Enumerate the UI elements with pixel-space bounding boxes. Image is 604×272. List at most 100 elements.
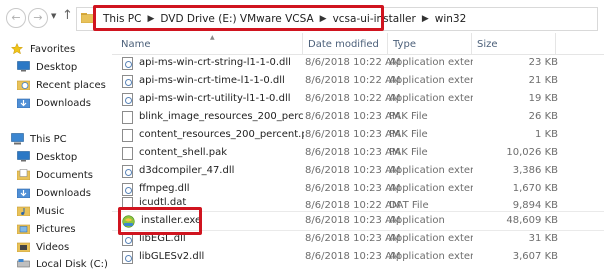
star-icon — [10, 42, 25, 55]
file-type: Application extens... — [389, 75, 473, 86]
back-button[interactable]: ← — [6, 8, 26, 28]
file-date: 8/6/2018 10:23 AM — [305, 147, 400, 158]
file-date: 8/6/2018 10:22 AM — [305, 200, 400, 210]
file-name: libGLESv2.dll — [139, 251, 205, 262]
downloads-icon — [16, 187, 31, 199]
nav-label: Downloads — [36, 97, 91, 109]
documents-icon — [16, 169, 31, 181]
file-size: 23 KB — [528, 57, 558, 68]
file-row[interactable]: d3dcompiler_47.dll 8/6/2018 10:23 AM App… — [112, 162, 604, 180]
dll-icon — [122, 74, 133, 88]
dll-icon — [122, 56, 133, 70]
file-size: 3,607 KB — [512, 251, 558, 262]
computer-icon — [11, 133, 25, 145]
desktop-icon — [17, 61, 31, 73]
file-icon — [122, 110, 133, 124]
breadcrumb-separator-icon[interactable]: ▶ — [422, 14, 429, 24]
nav-this-pc[interactable]: This PC — [11, 131, 67, 147]
file-size: 19 KB — [528, 93, 558, 104]
file-date: 8/6/2018 10:23 AM — [305, 129, 400, 140]
nav-this-pc-label: This PC — [30, 133, 67, 145]
file-size: 9,894 KB — [512, 200, 558, 210]
nav-label: Desktop — [36, 61, 78, 73]
file-size: 31 KB — [528, 233, 558, 244]
file-type: Application extens... — [389, 165, 473, 176]
file-date: 8/6/2018 10:23 AM — [305, 165, 400, 176]
file-date: 8/6/2018 10:23 AM — [305, 215, 400, 226]
nav-favorites[interactable]: Favorites — [10, 41, 76, 57]
file-type: PAK File — [389, 129, 428, 140]
desktop-icon — [17, 151, 31, 163]
videos-icon — [16, 241, 31, 253]
file-name: api-ms-win-crt-utility-l1-1-0.dll — [139, 93, 291, 104]
nav-favorites-label: Favorites — [30, 43, 76, 55]
recent-locations-dropdown[interactable]: ▼ — [51, 10, 61, 22]
column-header-name[interactable]: Name — [116, 33, 303, 54]
file-name: api-ms-win-crt-time-l1-1-0.dll — [139, 75, 285, 86]
drive-icon — [17, 258, 31, 270]
file-date: 8/6/2018 10:22 AM — [305, 93, 400, 104]
file-date: 8/6/2018 10:22 AM — [305, 75, 400, 86]
file-row[interactable]: blink_image_resources_200_percent.pak 8/… — [112, 108, 604, 126]
file-size: 21 KB — [528, 75, 558, 86]
file-type: PAK File — [389, 147, 428, 158]
dll-icon — [122, 250, 133, 264]
file-date: 8/6/2018 10:23 AM — [305, 111, 400, 122]
nav-this-pc-pictures[interactable]: Pictures — [16, 221, 76, 237]
file-type: Application extens... — [389, 233, 473, 244]
file-icon — [122, 128, 133, 142]
nav-favorites-recent-places[interactable]: Recent places — [16, 77, 106, 93]
forward-button[interactable]: → — [28, 8, 48, 28]
nav-this-pc-videos[interactable]: Videos — [16, 239, 70, 255]
downloads-icon — [16, 97, 31, 109]
file-size: 3,386 KB — [512, 165, 558, 176]
file-size: 1 KB — [535, 129, 558, 140]
file-row[interactable]: api-ms-win-crt-utility-l1-1-0.dll 8/6/20… — [112, 90, 604, 108]
back-arrow-icon: ← — [11, 11, 21, 24]
column-header-row: ▲ Name Date modified Type Size — [112, 33, 604, 55]
file-type: Application — [389, 215, 445, 226]
file-date: 8/6/2018 10:22 AM — [305, 57, 400, 68]
file-row[interactable]: api-ms-win-crt-string-l1-1-0.dll 8/6/201… — [112, 54, 604, 72]
file-type: Application extens... — [389, 251, 473, 262]
nav-label: Local Disk (C:) — [36, 258, 108, 270]
file-size: 26 KB — [528, 111, 558, 122]
nav-label: Videos — [36, 241, 70, 253]
nav-label: Pictures — [36, 223, 76, 235]
file-type: Application extens... — [389, 93, 473, 104]
nav-this-pc-music[interactable]: Music — [16, 203, 65, 219]
up-button[interactable]: ↑ — [62, 7, 76, 25]
nav-this-pc-desktop[interactable]: Desktop — [17, 149, 77, 165]
crumb-win32[interactable]: win32 — [435, 13, 467, 25]
file-size: 48,609 KB — [506, 215, 558, 226]
nav-favorites-downloads[interactable]: Downloads — [16, 95, 91, 111]
nav-label: Desktop — [36, 151, 78, 163]
nav-label: Documents — [36, 169, 94, 181]
column-header-size[interactable]: Size — [472, 33, 556, 54]
column-header-date-modified[interactable]: Date modified — [303, 33, 388, 54]
music-icon — [16, 205, 31, 217]
column-header-type[interactable]: Type — [388, 33, 472, 54]
file-row[interactable]: content_resources_200_percent.pak 8/6/20… — [112, 126, 604, 144]
file-row[interactable]: libGLESv2.dll 8/6/2018 10:23 AM Applicat… — [112, 248, 604, 266]
forward-arrow-icon: → — [33, 11, 43, 24]
nav-favorites-desktop[interactable]: Desktop — [17, 59, 77, 75]
file-list-pane: ▲ Name Date modified Type Size api-ms-wi… — [112, 33, 604, 266]
chevron-down-icon: ▼ — [51, 12, 57, 20]
file-type: Application extens... — [389, 57, 473, 68]
nav-label: Music — [36, 205, 65, 217]
dll-icon — [122, 92, 133, 106]
file-name: content_shell.pak — [139, 147, 227, 158]
file-row[interactable]: api-ms-win-crt-time-l1-1-0.dll 8/6/2018 … — [112, 72, 604, 90]
file-icon — [122, 146, 133, 160]
address-highlight-box — [93, 5, 384, 31]
nav-this-pc-local-disk[interactable]: Local Disk (C:) — [17, 256, 108, 272]
pictures-icon — [16, 223, 31, 235]
nav-this-pc-downloads[interactable]: Downloads — [16, 185, 91, 201]
file-row[interactable]: content_shell.pak 8/6/2018 10:23 AM PAK … — [112, 144, 604, 162]
file-name: blink_image_resources_200_percent.pak — [139, 111, 304, 122]
nav-label: Downloads — [36, 187, 91, 199]
nav-this-pc-documents[interactable]: Documents — [16, 167, 94, 183]
file-type: PAK File — [389, 111, 428, 122]
file-name: content_resources_200_percent.pak — [139, 129, 304, 140]
